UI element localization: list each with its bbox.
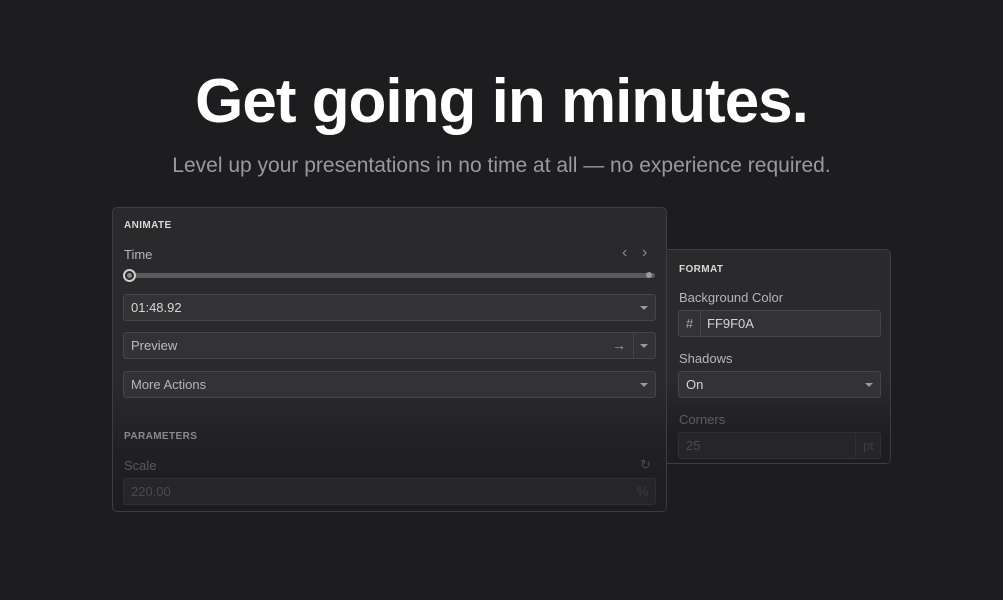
hero-subtitle: Level up your presentations in no time a… <box>172 154 831 177</box>
more-actions-select[interactable]: More Actions <box>123 371 656 398</box>
arrow-right-icon: → <box>612 337 626 353</box>
scale-label: Scale <box>124 458 157 473</box>
time-slider-end <box>646 272 652 278</box>
shadows-value: On <box>686 377 704 392</box>
hero-title: Get going in minutes. <box>195 67 809 136</box>
preview-label: Preview <box>131 338 178 353</box>
chevron-down-icon[interactable] <box>640 344 648 348</box>
animate-heading: ANIMATE <box>124 220 172 231</box>
scale-value: 220.00 <box>131 484 171 499</box>
background-color-field[interactable]: # FF9F0A <box>678 310 881 337</box>
scale-field[interactable]: 220.00 % <box>123 478 656 505</box>
background-color-label: Background Color <box>679 290 784 305</box>
chevron-down-icon <box>640 383 648 387</box>
format-heading: FORMAT <box>679 264 724 275</box>
unit-divider <box>855 433 856 458</box>
corners-value: 25 <box>686 438 701 453</box>
shadows-label: Shadows <box>679 351 733 366</box>
split-divider <box>633 333 634 358</box>
corners-unit: pt <box>863 438 874 453</box>
time-slider-knob[interactable] <box>123 269 136 282</box>
animate-panel <box>112 207 667 512</box>
chevron-right-icon[interactable]: › <box>642 245 647 261</box>
background-color-value: FF9F0A <box>707 316 754 331</box>
shadows-select[interactable]: On <box>678 371 881 398</box>
preview-button[interactable]: Preview → <box>123 332 656 359</box>
time-slider[interactable] <box>124 273 655 278</box>
chevron-down-icon <box>865 383 873 387</box>
corners-label: Corners <box>679 412 726 427</box>
time-value: 01:48.92 <box>131 300 182 315</box>
time-value-select[interactable]: 01:48.92 <box>123 294 656 321</box>
time-label: Time <box>124 247 153 262</box>
reset-icon[interactable]: ↻ <box>640 457 651 473</box>
scale-unit: % <box>637 484 649 499</box>
more-actions-label: More Actions <box>131 377 207 392</box>
parameters-heading: PARAMETERS <box>124 431 198 442</box>
chevron-left-icon[interactable]: ‹ <box>622 245 627 261</box>
corners-field[interactable]: 25 pt <box>678 432 881 459</box>
hash-symbol: # <box>685 316 694 331</box>
chevron-down-icon <box>640 306 648 310</box>
hash-divider <box>700 311 701 336</box>
